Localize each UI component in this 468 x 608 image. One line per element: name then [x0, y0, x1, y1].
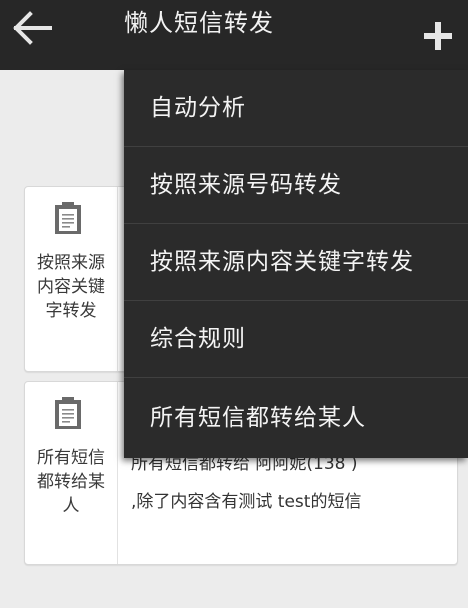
menu-item-forward-all[interactable]: 所有短信都转给某人 [124, 378, 468, 458]
rule-type-panel: 所有短信都转给某人 [25, 382, 118, 564]
rule-description: 所有短信都转给 阿阿妮(138 ) ,除了内容含有测试 test的短信 [131, 452, 441, 514]
page-title: 懒人短信转发 [124, 9, 274, 37]
menu-item-auto-analyze[interactable]: 自动分析 [124, 70, 468, 147]
rule-type-label: 按照来源内容关键字转发 [37, 253, 105, 321]
rule-type-panel: 按照来源内容关键字转发 [25, 187, 118, 371]
overflow-menu: 自动分析 按照来源号码转发 按照来源内容关键字转发 综合规则 所有短信都转给某人 [124, 70, 468, 458]
rule-type-label: 所有短信都转给某人 [37, 448, 105, 516]
menu-item-combined-rule[interactable]: 综合规则 [124, 301, 468, 378]
menu-item-by-content-keyword[interactable]: 按照来源内容关键字转发 [124, 224, 468, 301]
back-button[interactable] [10, 8, 54, 48]
clipboard-icon [55, 397, 81, 429]
menu-item-by-sender-number[interactable]: 按照来源号码转发 [124, 147, 468, 224]
add-button[interactable] [420, 18, 456, 54]
clipboard-icon [55, 202, 81, 234]
rule-description-line2: ,除了内容含有测试 test的短信 [131, 492, 362, 512]
arrow-left-icon [13, 11, 52, 45]
app-bar: 懒人短信转发 [0, 0, 468, 70]
plus-icon [424, 22, 452, 50]
